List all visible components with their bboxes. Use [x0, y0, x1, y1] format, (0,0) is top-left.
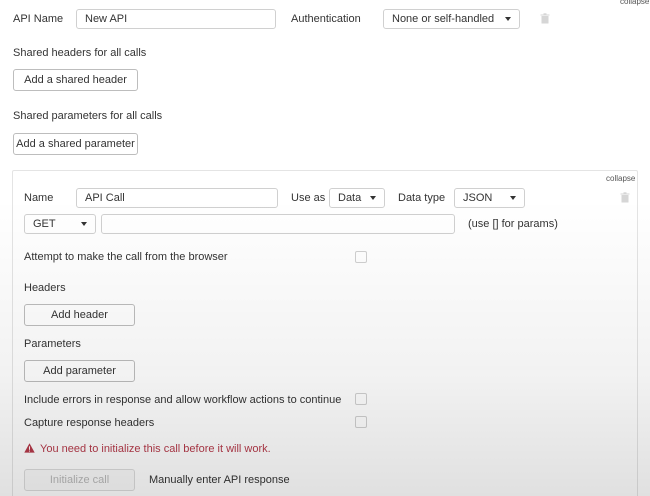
- chevron-down-icon: [505, 17, 511, 21]
- initialize-call-button[interactable]: Initialize call: [24, 469, 135, 491]
- use-as-label: Use as: [291, 192, 326, 204]
- add-parameter-button[interactable]: Add parameter: [24, 360, 135, 382]
- http-method-value: GET: [33, 218, 56, 230]
- data-type-label: Data type: [398, 192, 446, 204]
- include-errors-checkbox[interactable]: [355, 393, 367, 405]
- browser-call-checkbox[interactable]: [355, 251, 367, 263]
- http-method-select[interactable]: GET: [24, 214, 96, 234]
- authentication-select-value: None or self-handled: [392, 13, 495, 25]
- url-params-hint: (use [] for params): [468, 218, 558, 230]
- shared-headers-title: Shared headers for all calls: [13, 47, 147, 59]
- add-header-button[interactable]: Add header: [24, 304, 135, 326]
- data-type-select[interactable]: JSON: [454, 188, 525, 208]
- include-errors-label: Include errors in response and allow wor…: [24, 394, 342, 406]
- trash-icon[interactable]: [540, 13, 550, 24]
- api-name-label: API Name: [13, 13, 64, 25]
- capture-headers-checkbox[interactable]: [355, 416, 367, 428]
- shared-parameters-title: Shared parameters for all calls: [13, 110, 163, 122]
- data-type-select-value: JSON: [463, 192, 493, 204]
- add-shared-parameter-button[interactable]: Add a shared parameter: [13, 133, 138, 155]
- collapse-link-call[interactable]: collapse: [606, 174, 635, 183]
- use-as-select-value: Data: [338, 192, 362, 204]
- chevron-down-icon: [510, 196, 516, 200]
- api-name-input[interactable]: [76, 9, 276, 29]
- call-name-label: Name: [24, 192, 54, 204]
- collapse-link-top[interactable]: collapse: [620, 0, 649, 6]
- url-input[interactable]: [101, 214, 455, 234]
- chevron-down-icon: [370, 196, 376, 200]
- warning-icon: [24, 443, 35, 453]
- capture-headers-label: Capture response headers: [24, 417, 155, 429]
- headers-title: Headers: [24, 282, 66, 294]
- trash-icon[interactable]: [620, 192, 630, 203]
- call-name-input[interactable]: [76, 188, 278, 208]
- use-as-select[interactable]: Data: [329, 188, 385, 208]
- parameters-title: Parameters: [24, 338, 81, 350]
- browser-call-label: Attempt to make the call from the browse…: [24, 251, 228, 263]
- authentication-label: Authentication: [291, 13, 361, 25]
- add-shared-header-button[interactable]: Add a shared header: [13, 69, 138, 91]
- manual-response-link[interactable]: Manually enter API response: [149, 474, 290, 486]
- initialize-warning-text: You need to initialize this call before …: [40, 443, 271, 455]
- chevron-down-icon: [81, 222, 87, 226]
- authentication-select[interactable]: None or self-handled: [383, 9, 520, 29]
